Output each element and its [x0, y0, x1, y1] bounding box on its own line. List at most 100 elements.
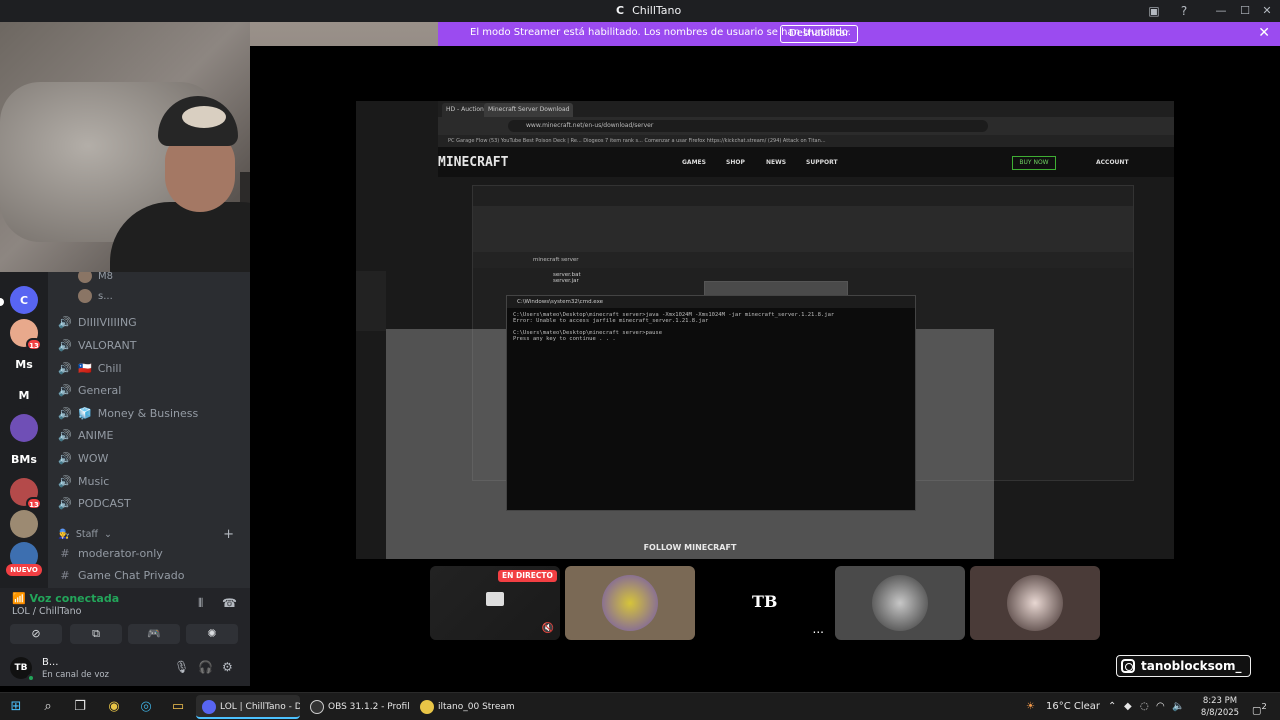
- server-icon-7[interactable]: 13: [10, 478, 42, 510]
- clock[interactable]: 8:23 PM 8/8/2025: [1198, 695, 1242, 719]
- soundboard-button[interactable]: ✺: [186, 624, 238, 644]
- voice-channel-diiiiviiiing[interactable]: 🔊 DIIIIVIIIING: [58, 312, 244, 332]
- task-view-icon[interactable]: ❐: [72, 699, 88, 715]
- voice-channel-money-business[interactable]: 🔊 🧊 Money & Business: [58, 403, 244, 423]
- cmd-window: C:\Windows\system32\cmd.exe C:\Users\mat…: [506, 295, 916, 511]
- share-screen-button[interactable]: ⧉: [70, 624, 122, 644]
- voice-channel-wow[interactable]: 🔊 WOW: [58, 448, 244, 468]
- nav-support: SUPPORT: [806, 159, 838, 166]
- stream-video[interactable]: HD - Auction Minecraft Server Download w…: [356, 101, 1174, 559]
- notifications-icon[interactable]: ▢2: [1252, 701, 1267, 716]
- close-banner-icon[interactable]: ✕: [1258, 25, 1270, 41]
- weather-icon[interactable]: ☀: [1026, 701, 1035, 712]
- voice-user[interactable]: s...: [78, 288, 113, 304]
- settings-gear-icon[interactable]: ⚙: [222, 660, 233, 674]
- volume-icon[interactable]: 🔈: [1172, 701, 1184, 712]
- speaker-icon: 🔊: [58, 428, 72, 442]
- speaker-icon: 🔊: [58, 496, 72, 510]
- toggle-camera-button[interactable]: ⊘: [10, 624, 62, 644]
- maximize-button[interactable]: ☐: [1236, 2, 1254, 20]
- voice-channel-music[interactable]: 🔊 Music: [58, 471, 244, 491]
- disable-streamer-mode-button[interactable]: Deshabilitar: [780, 25, 859, 43]
- cap-logo: [182, 106, 226, 128]
- mute-icon[interactable]: 🔇: [542, 623, 554, 634]
- follow-minecraft-heading: FOLLOW MINECRAFT: [643, 543, 737, 552]
- server-icon-m[interactable]: M: [10, 381, 38, 409]
- voice-channel-valorant[interactable]: 🔊 VALORANT: [58, 335, 244, 355]
- tray-app-icon[interactable]: ◆: [1124, 701, 1132, 712]
- text-channel-moderator-only[interactable]: # moderator-only: [58, 543, 244, 563]
- wifi-icon[interactable]: ◠: [1156, 701, 1165, 712]
- category-staff[interactable]: 👨‍🔧 Staff ⌄ +: [58, 524, 244, 544]
- stream-stage: HD - Auction Minecraft Server Download w…: [250, 46, 1280, 686]
- participant-tile-3[interactable]: TB ...: [700, 566, 830, 640]
- avatar: [78, 289, 92, 303]
- username[interactable]: B...: [42, 657, 58, 668]
- title-bar: C ChillTano ▣ ? — ☐ ✕: [0, 0, 1280, 22]
- server-icon-2[interactable]: 13: [10, 319, 42, 351]
- voice-connected-panel: 📶 Voz conectada LOL / ChillTano ⦀ ☎ ⊘ ⧉ …: [0, 588, 250, 650]
- taskbar-app-discord[interactable]: LOL | ChillTano - Di...: [196, 695, 300, 719]
- minecraft-logo: MINECRAFT: [438, 155, 509, 170]
- edge-icon[interactable]: ◎: [138, 699, 154, 715]
- minimize-button[interactable]: —: [1212, 2, 1230, 20]
- server-icon-5[interactable]: [10, 414, 38, 442]
- chrome-icon[interactable]: ◉: [106, 699, 122, 715]
- chrome-icon: [420, 700, 434, 714]
- voice-channel-path[interactable]: LOL / ChillTano: [12, 606, 81, 617]
- inbox-icon[interactable]: ▣: [1146, 3, 1162, 19]
- browser-tabbar: HD - Auction Minecraft Server Download: [438, 101, 1174, 117]
- mention-badge: 13: [26, 338, 42, 351]
- taskbar-app-chrome[interactable]: iltano_00 Stream - ...: [414, 695, 514, 719]
- start-icon[interactable]: ⊞: [8, 699, 24, 715]
- microphone-icon[interactable]: 🎙: [174, 660, 189, 674]
- voice-channel-chill[interactable]: 🔊 🇨🇱 Chill: [58, 358, 244, 378]
- voice-channel-general[interactable]: 🔊 General: [58, 380, 244, 400]
- close-window-button[interactable]: ✕: [1258, 2, 1276, 20]
- network-icon[interactable]: ◌: [1140, 701, 1149, 712]
- server-icon-bms[interactable]: BMs: [10, 445, 38, 473]
- cmd-output: C:\Users\mateo\Desktop\minecraft server>…: [513, 312, 835, 342]
- participant-tile-4[interactable]: [835, 566, 965, 640]
- disconnect-icon[interactable]: ☎: [222, 596, 237, 610]
- speaker-icon: 🔊: [58, 361, 72, 375]
- more-icon[interactable]: ...: [813, 622, 824, 636]
- nav-games: GAMES: [682, 159, 706, 166]
- activities-button[interactable]: 🎮: [128, 624, 180, 644]
- add-channel-icon[interactable]: +: [223, 527, 234, 542]
- browser-urlbar: www.minecraft.net/en-us/download/server: [438, 117, 1174, 135]
- headphones-icon[interactable]: 🎧: [198, 660, 213, 674]
- folder-icon[interactable]: ▭: [170, 699, 186, 715]
- file-item: server.jar: [553, 278, 579, 284]
- help-icon[interactable]: ?: [1176, 3, 1192, 19]
- tb-logo: TB: [752, 592, 778, 611]
- browser-tab-active: Minecraft Server Download: [484, 103, 574, 117]
- participant-tile-2[interactable]: [565, 566, 695, 640]
- server-icon-8[interactable]: [10, 510, 38, 538]
- server-icon-c[interactable]: C: [10, 286, 38, 314]
- weather-text[interactable]: 16°C Clear: [1046, 701, 1100, 712]
- voice-status[interactable]: 📶 Voz conectada: [12, 592, 119, 605]
- voice-channel-podcast[interactable]: 🔊 PODCAST: [58, 493, 244, 513]
- streamer-mode-banner: El modo Streamer está habilitado. Los no…: [438, 22, 1280, 46]
- browser-tab: HD - Auction: [442, 103, 488, 117]
- cmd-title: C:\Windows\system32\cmd.exe: [507, 296, 915, 308]
- nav-account: ACCOUNT: [1096, 159, 1129, 166]
- chevron-down-icon: ⌄: [103, 528, 112, 540]
- taskbar-app-obs[interactable]: OBS 31.1.2 - Profile:...: [304, 695, 410, 719]
- obs-icon: [310, 700, 324, 714]
- explorer-ribbon: [473, 206, 1133, 252]
- hash-icon: #: [60, 568, 70, 582]
- search-icon[interactable]: ⌕: [40, 699, 56, 715]
- text-channel-game-chat-privado[interactable]: # Game Chat Privado: [58, 565, 244, 585]
- participant-tile-5[interactable]: [970, 566, 1100, 640]
- voice-user[interactable]: M8: [78, 272, 113, 284]
- server-icon-ms[interactable]: Ms: [10, 350, 38, 378]
- chevron-up-icon[interactable]: ⌃: [1108, 701, 1116, 712]
- buy-now-button: BUY NOW: [1012, 156, 1056, 170]
- signal-icon: 📶: [12, 592, 26, 605]
- voice-channel-anime[interactable]: 🔊 ANIME: [58, 425, 244, 445]
- server-indicator: [0, 298, 4, 306]
- noise-suppression-icon[interactable]: ⦀: [198, 596, 203, 611]
- side-panel: [356, 271, 386, 331]
